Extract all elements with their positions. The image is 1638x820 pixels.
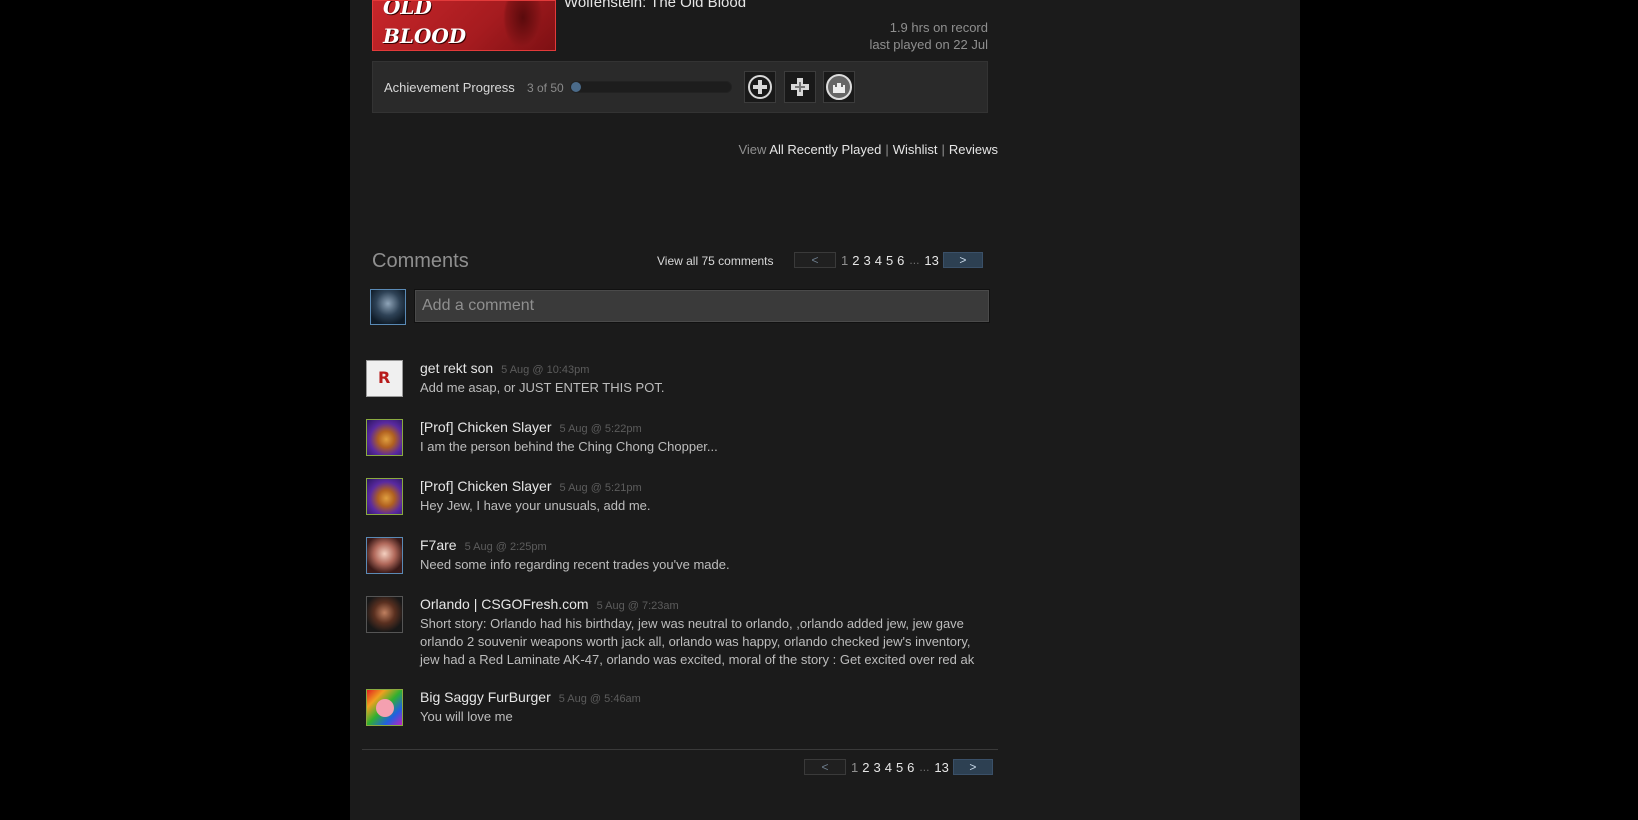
- pager-ellipsis: ...: [909, 253, 920, 267]
- pager-page-link[interactable]: 4: [883, 760, 894, 775]
- comment-avatar[interactable]: [366, 596, 403, 633]
- pager-page-link[interactable]: 6: [895, 253, 906, 268]
- pager-next-button[interactable]: >: [942, 252, 983, 268]
- pager-page-link[interactable]: 5: [894, 760, 905, 775]
- comments-heading: Comments: [372, 250, 469, 272]
- comment-timestamp: 5 Aug @ 2:25pm: [464, 541, 547, 553]
- achievement-count: 3 of 50: [527, 81, 564, 95]
- pager-last-page-link[interactable]: 13: [922, 253, 942, 268]
- all-recently-played-link[interactable]: All Recently Played: [769, 142, 881, 157]
- comment-author-link[interactable]: F7are: [420, 537, 457, 553]
- pager-prev-button[interactable]: <: [794, 252, 836, 268]
- achievement-progress-box: Achievement Progress 3 of 50: [372, 61, 988, 113]
- comment-avatar[interactable]: [366, 478, 403, 515]
- pager-prev-button[interactable]: <: [804, 759, 846, 775]
- pager-last-page-link[interactable]: 13: [932, 760, 952, 775]
- profile-page: OLD BLOOD Wolfenstein: The Old Blood 1.9…: [350, 0, 1300, 820]
- comment-text: Need some info regarding recent trades y…: [420, 557, 730, 572]
- comment-author-link[interactable]: get rekt son: [420, 360, 493, 376]
- comments-divider: [362, 749, 998, 750]
- plus-cross-icon[interactable]: [784, 71, 816, 103]
- comment-author-link[interactable]: [Prof] Chicken Slayer: [420, 478, 552, 494]
- pager-next-button[interactable]: >: [952, 759, 993, 775]
- comment-avatar[interactable]: [366, 360, 403, 397]
- game-art-word-1: OLD: [383, 0, 432, 19]
- comment-timestamp: 5 Aug @ 10:43pm: [501, 364, 590, 376]
- my-avatar[interactable]: [370, 289, 406, 325]
- view-prefix: View: [738, 142, 767, 157]
- game-title[interactable]: Wolfenstein: The Old Blood: [564, 0, 746, 11]
- comment-text: Short story: Orlando had his birthday, j…: [420, 616, 975, 667]
- plus-badge-icon[interactable]: [744, 71, 776, 103]
- pager-page-link[interactable]: 2: [850, 253, 861, 268]
- comment-avatar[interactable]: [366, 689, 403, 726]
- comments-pager-top: < 1 2 3 4 5 6 ... 13 >: [794, 252, 983, 268]
- add-comment-input[interactable]: [414, 289, 990, 323]
- comment-timestamp: 5 Aug @ 5:21pm: [559, 482, 642, 494]
- comment-author-link[interactable]: Big Saggy FurBurger: [420, 689, 551, 705]
- link-separator: |: [941, 142, 945, 157]
- achievement-progress-bar: [570, 81, 732, 93]
- pager-page-link[interactable]: 3: [861, 253, 872, 268]
- pager-current-page: 1: [851, 759, 859, 775]
- comment-text: Add me asap, or JUST ENTER THIS POT.: [420, 380, 665, 395]
- game-art-word-2: BLOOD: [383, 24, 467, 48]
- last-played: last played on 22 Jul: [869, 37, 988, 52]
- pager-page-link[interactable]: 5: [884, 253, 895, 268]
- comment-timestamp: 5 Aug @ 5:22pm: [559, 423, 642, 435]
- game-capsule-image[interactable]: OLD BLOOD: [372, 0, 556, 51]
- pager-page-link[interactable]: 2: [860, 760, 871, 775]
- comment-author-link[interactable]: Orlando | CSGOFresh.com: [420, 596, 589, 612]
- castle-badge-icon[interactable]: [823, 71, 855, 103]
- view-all-comments-link[interactable]: View all 75 comments: [657, 254, 774, 268]
- wishlist-link[interactable]: Wishlist: [893, 142, 938, 157]
- reviews-link[interactable]: Reviews: [949, 142, 998, 157]
- comment-timestamp: 5 Aug @ 5:46am: [558, 693, 641, 705]
- comment-text: You will love me: [420, 709, 513, 724]
- comment-avatar[interactable]: [366, 537, 403, 574]
- view-links: View All Recently Played | Wishlist | Review…: [738, 142, 998, 157]
- link-separator: |: [885, 142, 889, 157]
- comment-text: Hey Jew, I have your unusuals, add me.: [420, 498, 651, 513]
- pager-page-link[interactable]: 6: [905, 760, 916, 775]
- comment-avatar[interactable]: [366, 419, 403, 456]
- pager-ellipsis: ...: [919, 760, 930, 774]
- game-art-figure: [503, 1, 543, 50]
- pager-page-link[interactable]: 4: [873, 253, 884, 268]
- pager-current-page: 1: [841, 252, 849, 268]
- comments-pager-bottom: < 1 2 3 4 5 6 ... 13 >: [804, 759, 993, 775]
- comment-text: I am the person behind the Ching Chong C…: [420, 439, 718, 454]
- comment-author-link[interactable]: [Prof] Chicken Slayer: [420, 419, 552, 435]
- achievement-progress-label[interactable]: Achievement Progress: [384, 80, 515, 95]
- pager-page-link[interactable]: 3: [871, 760, 882, 775]
- hours-on-record: 1.9 hrs on record: [889, 20, 988, 35]
- comment-timestamp: 5 Aug @ 7:23am: [596, 600, 679, 612]
- achievement-progress-fill: [571, 82, 581, 92]
